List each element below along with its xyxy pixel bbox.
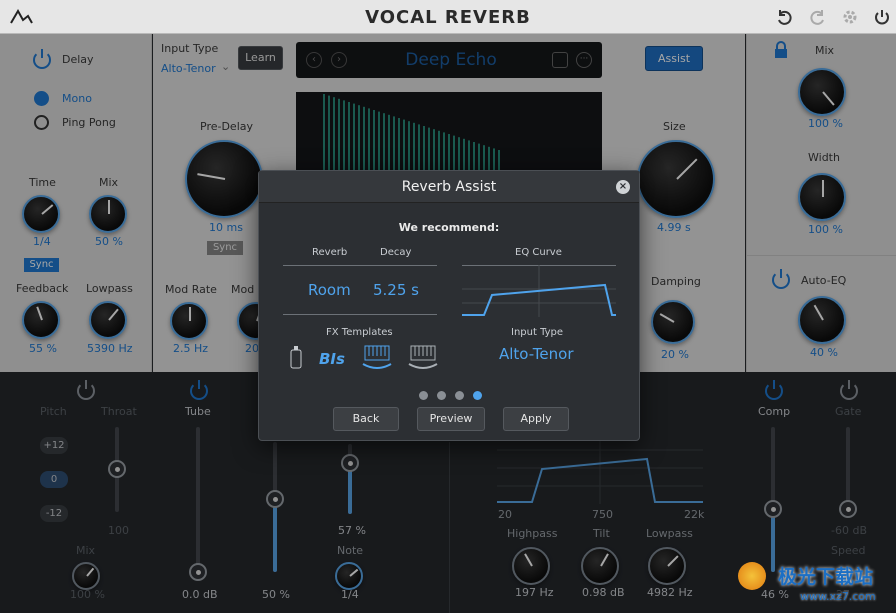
settings-gear-icon[interactable] xyxy=(841,8,859,26)
chorus-template-icon: BIs xyxy=(319,350,345,368)
divider xyxy=(283,265,437,266)
watermark-logo-icon xyxy=(738,562,766,590)
page-indicator[interactable] xyxy=(419,385,491,404)
tube-template-icon xyxy=(290,346,302,369)
preview-button[interactable]: Preview xyxy=(417,407,485,431)
undo-icon[interactable] xyxy=(776,9,794,27)
page-dot-1[interactable] xyxy=(419,391,428,400)
svg-text:BIs: BIs xyxy=(319,350,345,368)
divider xyxy=(283,314,437,315)
fx-templates-icons: BIs xyxy=(290,345,438,369)
watermark-text: 极光下载站 xyxy=(778,566,874,588)
reverb-value: Room xyxy=(308,281,351,299)
eq-curve-header: EQ Curve xyxy=(515,247,562,258)
decay-header: Decay xyxy=(380,247,412,258)
keys-template-icon xyxy=(362,345,392,369)
app-title: VOCAL REVERB xyxy=(365,7,531,28)
input-type-value: Alto-Tenor xyxy=(499,345,574,363)
keys-alt-template-icon xyxy=(408,345,438,369)
back-button[interactable]: Back xyxy=(333,407,399,431)
redo-icon[interactable] xyxy=(808,9,826,27)
dialog-title: Reverb Assist xyxy=(401,179,497,195)
title-bar: VOCAL REVERB xyxy=(0,0,896,34)
eq-curve-graph xyxy=(462,265,616,317)
apply-button[interactable]: Apply xyxy=(503,407,569,431)
page-dot-2[interactable] xyxy=(437,391,446,400)
fx-templates-header: FX Templates xyxy=(326,327,393,338)
dialog-header: Reverb Assist × xyxy=(259,171,639,203)
decay-value: 5.25 s xyxy=(373,281,419,299)
reverb-assist-dialog: Reverb Assist × We recommend: Reverb Dec… xyxy=(258,170,640,441)
input-type-header: Input Type xyxy=(511,327,564,338)
reverb-header: Reverb xyxy=(312,247,348,258)
power-icon[interactable] xyxy=(873,8,891,26)
close-icon[interactable]: × xyxy=(616,180,630,194)
recommend-text: We recommend: xyxy=(398,221,500,234)
page-dot-4[interactable] xyxy=(473,391,482,400)
vocal-reverb-window: VOCAL REVERB Delay Mono Ping Pong Time 1… xyxy=(0,0,896,613)
watermark-url: www.xz7.com xyxy=(800,590,876,603)
page-dot-3[interactable] xyxy=(455,391,464,400)
